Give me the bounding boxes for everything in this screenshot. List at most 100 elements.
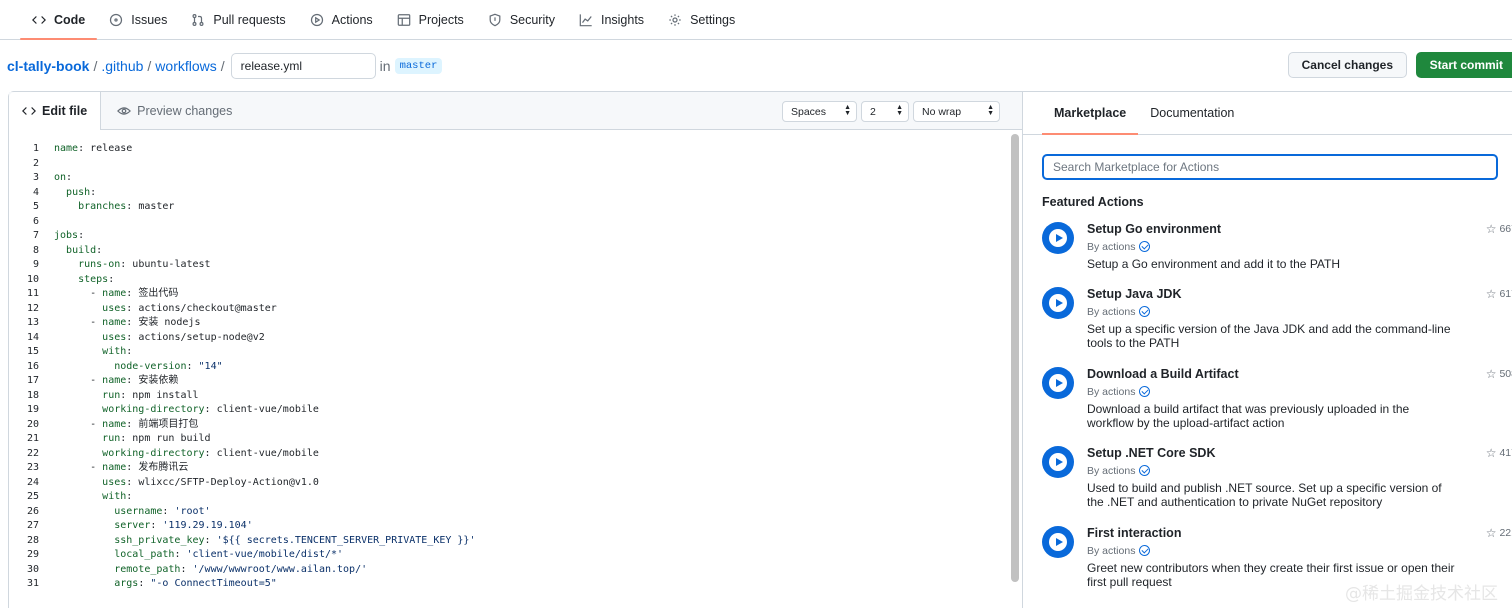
- code-line[interactable]: 18 run: npm install: [9, 389, 1009, 404]
- line-number: 26: [26, 505, 39, 517]
- tab-edit-file[interactable]: Edit file: [9, 92, 102, 130]
- tab-label: Settings: [690, 12, 736, 27]
- indent-mode-select[interactable]: Spaces ▲ ▼: [782, 101, 857, 122]
- verified-icon: [1139, 306, 1151, 317]
- author-label: By actions: [1087, 305, 1136, 318]
- code-line[interactable]: 6: [9, 215, 1009, 230]
- code-line[interactable]: 30 remote_path: '/www/wwwroot/www.ailan.…: [9, 563, 1009, 578]
- code-line[interactable]: 31 args: "-o ConnectTimeout=5": [9, 577, 1009, 592]
- action-play-icon: [1042, 222, 1074, 254]
- code-line[interactable]: 16 node-version: "14": [9, 360, 1009, 375]
- code-line[interactable]: 20 - name: 前端项目打包: [9, 418, 1009, 433]
- line-number: 10: [26, 273, 39, 285]
- line-text: with:: [102, 346, 133, 357]
- tab-issues[interactable]: Issues: [97, 0, 179, 39]
- marketplace-tabs: Marketplace Documentation: [1023, 92, 1512, 135]
- tab-security[interactable]: Security: [476, 0, 567, 39]
- code-line[interactable]: 3 on:: [9, 171, 1009, 186]
- cancel-changes-button[interactable]: Cancel changes: [1287, 52, 1407, 78]
- filename-input[interactable]: release.yml: [230, 52, 376, 79]
- code-line[interactable]: 8 build:: [9, 244, 1009, 259]
- tab-pull-requests[interactable]: Pull requests: [179, 0, 297, 39]
- tab-insights[interactable]: Insights: [567, 0, 656, 39]
- author-label: By actions: [1087, 240, 1136, 253]
- code-line[interactable]: 19 working-directory: client-vue/mobile: [9, 403, 1009, 418]
- wrap-mode-select[interactable]: No wrap ▲ ▼: [913, 101, 1000, 122]
- tab-code[interactable]: Code: [20, 0, 98, 40]
- code-line[interactable]: 10 steps:: [9, 273, 1009, 288]
- action-description: Used to build and publish .NET source. S…: [1087, 481, 1442, 509]
- tab-label: Insights: [600, 12, 645, 27]
- line-number: 23: [26, 462, 39, 473]
- action-play-icon: [1042, 367, 1074, 399]
- tab-settings[interactable]: Settings: [656, 0, 747, 39]
- marketplace-search-input[interactable]: Search Marketplace for Actions: [1042, 154, 1498, 180]
- code-line[interactable]: 17 - name: 安装依赖: [9, 374, 1009, 389]
- code-line[interactable]: 12 uses: actions/checkout@master: [9, 302, 1009, 317]
- action-title[interactable]: Setup Go environment: [1087, 222, 1457, 239]
- line-number: 14: [26, 331, 39, 343]
- action-title[interactable]: First interaction: [1087, 526, 1457, 543]
- code-line[interactable]: 23 - name: 发布腾讯云: [9, 461, 1009, 476]
- line-text: runs-on: ubuntu-latest: [78, 259, 211, 270]
- file-path-bar: cl-tally-book / .github / workflows / re…: [0, 40, 1512, 91]
- breadcrumb-separator: /: [147, 57, 152, 74]
- line-number: 24: [26, 476, 39, 488]
- code-line[interactable]: 13 - name: 安装 nodejs: [9, 316, 1009, 331]
- tab-preview-changes[interactable]: Preview changes: [101, 92, 245, 129]
- action-author: By actions: [1087, 463, 1457, 478]
- code-line[interactable]: 24 uses: wlixcc/SFTP-Deploy-Action@v1.0: [9, 476, 1009, 491]
- action-title[interactable]: Setup Java JDK: [1087, 287, 1457, 304]
- action-title[interactable]: Setup .NET Core SDK: [1087, 446, 1457, 463]
- star-count: 617: [1499, 288, 1512, 300]
- line-number: 11: [26, 288, 39, 299]
- code-line[interactable]: 4 push:: [9, 186, 1009, 201]
- code-line[interactable]: 26 username: 'root': [9, 505, 1009, 520]
- line-text: ssh_private_key: '${{ secrets.TENCENT_SE…: [114, 534, 476, 546]
- code-area[interactable]: 1 name: release 2 3 on: 4 push: 5 branches: ma…: [9, 142, 1009, 592]
- line-number: 20: [26, 418, 39, 430]
- line-number: 9: [32, 259, 39, 270]
- code-line[interactable]: 7 jobs:: [9, 229, 1009, 244]
- wrap-mode-value: No wrap: [922, 105, 962, 118]
- verified-icon: [1139, 465, 1151, 476]
- line-text: - name: 安装依赖: [54, 375, 179, 386]
- code-line[interactable]: 1 name: release: [9, 142, 1009, 157]
- code-line[interactable]: 29 local_path: 'client-vue/mobile/dist/*…: [9, 548, 1009, 563]
- breadcrumb-repo-link[interactable]: cl-tally-book: [7, 58, 89, 74]
- code-line[interactable]: 15 with:: [9, 345, 1009, 360]
- repo-nav: Code Issues Pull requests Actions Projec…: [0, 0, 1512, 40]
- tab-projects[interactable]: Projects: [385, 0, 476, 39]
- code-line[interactable]: 27 server: '119.29.19.104': [9, 519, 1009, 534]
- line-number: 15: [26, 346, 39, 357]
- play-icon: [310, 13, 323, 26]
- code-line[interactable]: 2: [9, 157, 1009, 172]
- action-stars: ☆417: [1486, 446, 1512, 460]
- editor-toolbar: Edit file Preview changes Spaces ▲ ▼ 2 ▲ ▼…: [9, 92, 1022, 130]
- breadcrumb-workflows-link[interactable]: workflows: [155, 58, 216, 74]
- line-text: working-directory: client-vue/mobile: [102, 447, 319, 459]
- line-text: uses: actions/setup-node@v2: [102, 331, 265, 343]
- indent-size-value: 2: [870, 105, 876, 118]
- action-author: By actions: [1087, 384, 1457, 399]
- verified-icon: [1139, 386, 1151, 397]
- tab-actions[interactable]: Actions: [298, 0, 385, 39]
- code-line[interactable]: 25 with:: [9, 490, 1009, 505]
- indent-size-select[interactable]: 2 ▲ ▼: [861, 101, 909, 122]
- code-line[interactable]: 5 branches: master: [9, 200, 1009, 215]
- author-label: By actions: [1087, 464, 1136, 477]
- tab-documentation[interactable]: Documentation: [1138, 92, 1246, 134]
- editor-scrollbar[interactable]: [1011, 134, 1019, 582]
- code-line[interactable]: 28 ssh_private_key: '${{ secrets.TENCENT…: [9, 534, 1009, 549]
- code-line[interactable]: 21 run: npm run build: [9, 432, 1009, 447]
- breadcrumb-github-link[interactable]: .github: [101, 58, 143, 74]
- code-line[interactable]: 14 uses: actions/setup-node@v2: [9, 331, 1009, 346]
- code-line[interactable]: 11 - name: 签出代码: [9, 287, 1009, 302]
- code-line[interactable]: 9 runs-on: ubuntu-latest: [9, 258, 1009, 273]
- tab-label: Projects: [418, 12, 464, 27]
- start-commit-button[interactable]: Start commit: [1415, 52, 1512, 78]
- tab-marketplace[interactable]: Marketplace: [1042, 92, 1139, 135]
- line-text: run: npm run build: [102, 433, 211, 444]
- action-title[interactable]: Download a Build Artifact: [1087, 367, 1457, 384]
- code-line[interactable]: 22 working-directory: client-vue/mobile: [9, 447, 1009, 462]
